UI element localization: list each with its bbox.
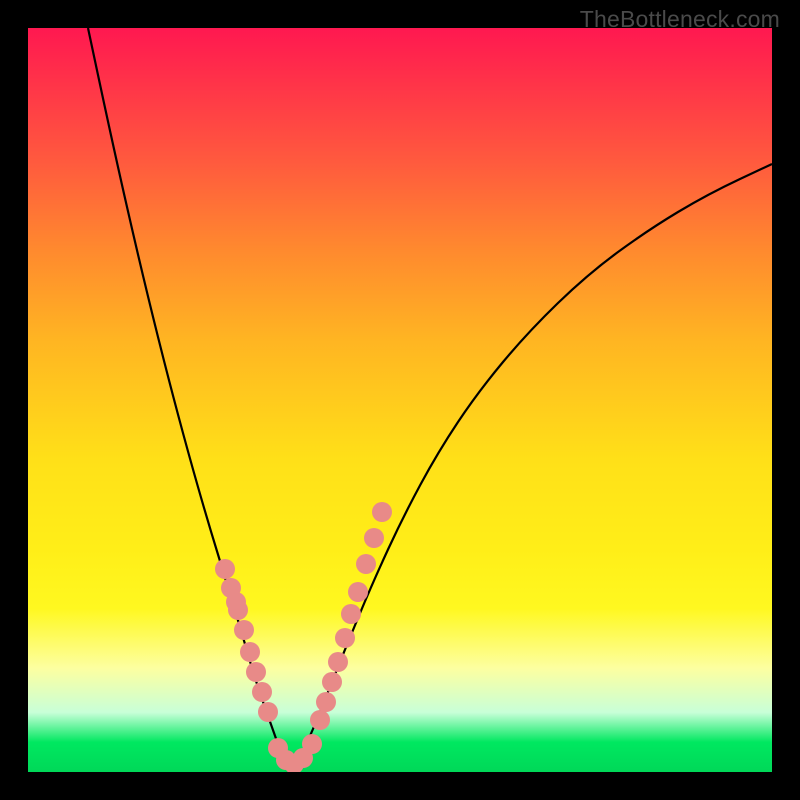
- watermark-text: TheBottleneck.com: [580, 6, 780, 33]
- data-dot: [226, 592, 246, 612]
- data-dot: [234, 620, 254, 640]
- data-dot: [316, 692, 336, 712]
- data-dot: [215, 559, 235, 579]
- data-dot: [246, 662, 266, 682]
- data-dot: [328, 652, 348, 672]
- data-dot: [310, 710, 330, 730]
- chart-plot: [28, 28, 772, 772]
- curve-curve-right: [290, 164, 772, 772]
- data-dot: [322, 672, 342, 692]
- data-dot: [348, 582, 368, 602]
- data-dot: [341, 604, 361, 624]
- data-dot: [356, 554, 376, 574]
- data-dot: [364, 528, 384, 548]
- data-dot: [302, 734, 322, 754]
- curve-group: [88, 28, 772, 772]
- data-dot: [252, 682, 272, 702]
- data-dot: [372, 502, 392, 522]
- dot-group: [215, 502, 392, 772]
- data-dot: [258, 702, 278, 722]
- data-dot: [335, 628, 355, 648]
- curve-curve-left: [88, 28, 290, 772]
- data-dot: [240, 642, 260, 662]
